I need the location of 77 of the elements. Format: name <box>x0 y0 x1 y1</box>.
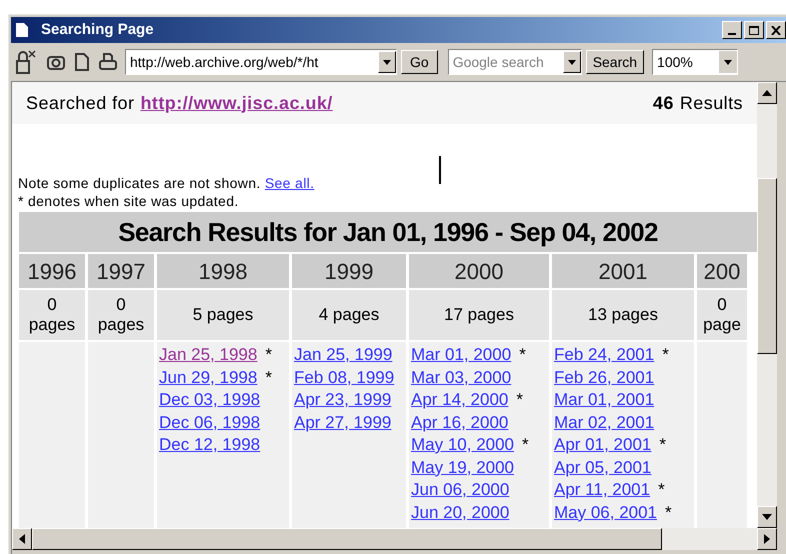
search-label: Searched for <box>26 92 134 114</box>
result-count: 46 <box>652 92 674 114</box>
page-count-cell: 5 pages <box>157 290 289 340</box>
close-button[interactable] <box>766 21 786 39</box>
snapshot-link[interactable]: Apr 16, 2000 <box>411 412 508 432</box>
snapshot-link[interactable]: Apr 27, 1999 <box>294 412 392 432</box>
snapshot-link[interactable]: Dec 06, 1998 <box>159 412 260 432</box>
update-mark: * <box>658 480 665 500</box>
snapshot-link[interactable]: Dec 12, 1998 <box>159 435 260 455</box>
scrollbar-thumb[interactable] <box>757 178 777 354</box>
update-mark: * <box>519 345 526 365</box>
update-legend: * denotes when site was updated. <box>18 192 757 210</box>
maximize-button[interactable] <box>744 21 764 39</box>
update-mark: * <box>665 502 672 522</box>
minimize-button[interactable] <box>722 21 742 39</box>
results-label: Results <box>680 92 743 114</box>
page-count-cell: 13 pages <box>552 290 694 340</box>
snapshot-link[interactable]: Jan 25, 1999 <box>294 345 392 365</box>
address-field[interactable]: http://web.archive.org/web/*/ht <box>125 49 397 75</box>
snapshot-link[interactable]: Mar 03, 2000 <box>411 368 512 388</box>
snapshot-link[interactable]: Feb 26, 2001 <box>554 368 654 388</box>
page-count-cell: 17 pages <box>409 290 549 340</box>
update-mark: * <box>516 390 523 410</box>
page-count-cell: 0 page <box>697 290 747 340</box>
update-mark: * <box>659 435 666 455</box>
snapshot-link[interactable]: Jun 06, 2000 <box>411 480 510 500</box>
scroll-down-icon[interactable] <box>757 506 777 528</box>
year-header: 1997 <box>88 254 154 288</box>
vertical-scrollbar[interactable] <box>757 82 777 528</box>
horizontal-scrollbar[interactable] <box>12 528 777 550</box>
snapshot-link[interactable]: Feb 24, 2001 <box>554 345 654 365</box>
update-mark: * <box>265 345 272 365</box>
snapshot-link[interactable]: May 19, 2000 <box>411 458 514 478</box>
snapshot-link[interactable]: Apr 01, 2001 <box>554 435 652 455</box>
year-header: 1998 <box>157 254 289 288</box>
year-header: 1999 <box>292 254 406 288</box>
printer-icon[interactable] <box>97 51 119 73</box>
text-cursor <box>439 156 441 184</box>
page-icon <box>15 22 29 38</box>
scroll-right-icon[interactable] <box>757 528 777 550</box>
searched-url-link[interactable]: http://www.jisc.ac.uk/ <box>140 90 333 116</box>
window-title: Searching Page <box>41 20 154 40</box>
snapshot-link[interactable]: Dec 03, 1998 <box>159 390 260 410</box>
results-title: Search Results for Jan 01, 1996 - Sep 04, 2002 <box>118 216 658 248</box>
zoom-dropdown[interactable]: 100% <box>652 49 738 75</box>
snapshot-link[interactable]: Apr 11, 2001 <box>554 480 650 500</box>
snapshot-link[interactable]: Mar 02, 2001 <box>554 412 654 432</box>
search-field[interactable]: Google search <box>448 49 582 75</box>
close-icon <box>771 26 781 34</box>
update-mark: * <box>662 345 669 365</box>
update-mark: * <box>265 368 272 388</box>
see-all-link[interactable]: See all. <box>264 175 314 191</box>
snapshot-link[interactable]: Jun 29, 1998 <box>159 368 258 388</box>
go-button[interactable]: Go <box>401 50 438 74</box>
snapshot-link[interactable]: Apr 23, 1999 <box>294 390 392 410</box>
page-count-cell: 0 pages <box>19 290 85 340</box>
duplicates-note: Note some duplicates are not shown. <box>18 175 261 191</box>
snapshot-link[interactable]: Mar 01, 2001 <box>554 390 654 410</box>
snapshot-link[interactable]: Apr 05, 2001 <box>554 458 652 478</box>
snapshot-link[interactable]: Jun 20, 2000 <box>411 502 510 522</box>
year-header: 200 <box>697 254 747 288</box>
snapshot-link[interactable]: Apr 14, 2000 <box>411 390 508 410</box>
scrollbar-thumb[interactable] <box>32 528 662 550</box>
scroll-left-icon[interactable] <box>12 528 32 550</box>
snapshot-link[interactable]: May 06, 2001 <box>554 502 658 522</box>
scroll-up-icon[interactable] <box>757 82 777 104</box>
snapshot-link[interactable]: May 10, 2000 <box>411 435 514 455</box>
search-button[interactable]: Search <box>586 50 644 74</box>
year-header: 2000 <box>409 254 549 288</box>
snapshot-link[interactable]: Jan 25, 1998 <box>159 345 258 365</box>
snapshot-link[interactable]: Feb 08, 1999 <box>294 368 394 388</box>
page-count-cell: 0 pages <box>88 290 154 340</box>
page-count-cell: 4 pages <box>292 290 406 340</box>
year-header: 1996 <box>19 254 85 288</box>
year-header: 2001 <box>552 254 694 288</box>
snapshot-link[interactable]: Mar 01, 2000 <box>411 345 512 365</box>
update-mark: * <box>522 435 529 455</box>
